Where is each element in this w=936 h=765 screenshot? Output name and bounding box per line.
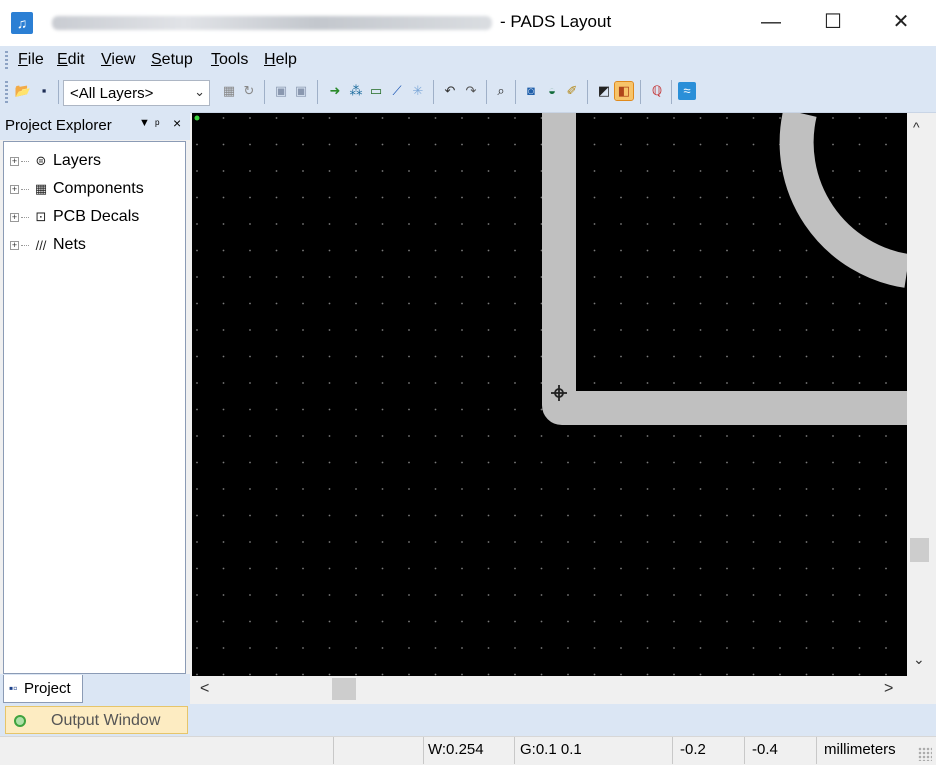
- pour-manager-icon[interactable]: ◒: [543, 82, 561, 100]
- part-wizard-icon[interactable]: ▣: [292, 82, 310, 100]
- tree-item-label: PCB Decals: [53, 208, 140, 225]
- toolbar-separator: [640, 80, 641, 104]
- window-title: - PADS Layout: [500, 12, 612, 31]
- add-trace-icon[interactable]: ⟋: [388, 82, 406, 100]
- tree-item-components[interactable]: + ▦ Components: [10, 178, 144, 200]
- zoom-icon[interactable]: ⌕: [492, 82, 510, 100]
- expand-icon[interactable]: +: [10, 240, 19, 250]
- decal-wizard-icon[interactable]: ▣: [272, 82, 290, 100]
- expand-icon[interactable]: +: [10, 156, 19, 166]
- toolbar-separator: [433, 80, 434, 104]
- status-separator: [514, 737, 515, 764]
- scroll-right-icon[interactable]: >: [884, 680, 893, 698]
- project-icon: ▪▫: [9, 681, 18, 695]
- toolbar-separator: [264, 80, 265, 104]
- status-grid: G:0.1 0.1: [520, 741, 582, 758]
- cam-output-icon[interactable]: ◩: [595, 82, 613, 100]
- toolbar-separator: [317, 80, 318, 104]
- verify-design-icon[interactable]: ✐: [563, 82, 581, 100]
- undo-icon[interactable]: ↶: [441, 82, 459, 100]
- layer-select-value: <All Layers>: [70, 85, 154, 102]
- menu-file[interactable]: File: [18, 51, 44, 69]
- tab-output-window[interactable]: Output Window: [5, 706, 188, 734]
- toolbar-separator: [515, 80, 516, 104]
- check-icon[interactable]: ℚ: [648, 82, 666, 100]
- toolbar-separator: [587, 80, 588, 104]
- menu-setup[interactable]: Setup: [151, 51, 193, 69]
- layers-icon: ⊜: [35, 153, 47, 168]
- toolbar-separator: [486, 80, 487, 104]
- route-icon[interactable]: ➜: [326, 82, 344, 100]
- menu-bar: [0, 46, 936, 74]
- scroll-up-icon[interactable]: ^: [913, 119, 920, 135]
- status-separator: [816, 737, 817, 764]
- tab-project-label: Project: [24, 680, 71, 697]
- horizontal-scroll-thumb[interactable]: [332, 678, 356, 700]
- close-button[interactable]: ✕: [870, 0, 932, 46]
- vertical-scroll-thumb[interactable]: [910, 538, 929, 562]
- status-dot-icon: [14, 715, 26, 727]
- menubar-grip-handle[interactable]: [5, 51, 8, 69]
- refresh-icon[interactable]: ↻: [240, 82, 258, 100]
- close-panel-icon[interactable]: ×: [173, 115, 181, 131]
- project-explorer-toggle-icon[interactable]: ◧: [614, 81, 634, 101]
- tab-project[interactable]: ▪▫ Project: [3, 675, 83, 703]
- vertical-scrollbar[interactable]: ^ ⌄: [907, 113, 932, 676]
- scroll-down-icon[interactable]: ⌄: [913, 651, 925, 668]
- save-disk-icon[interactable]: ▪: [35, 82, 53, 100]
- status-separator: [423, 737, 424, 764]
- toolbar-grip-handle[interactable]: [5, 81, 8, 103]
- properties-icon[interactable]: ▦: [220, 82, 238, 100]
- expand-icon[interactable]: +: [10, 212, 19, 222]
- maximize-button[interactable]: ☐: [802, 0, 864, 46]
- tree-item-nets[interactable]: + /// Nets: [10, 234, 86, 256]
- status-y-coordinate: -0.4: [752, 741, 778, 758]
- open-folder-icon[interactable]: 📂: [14, 82, 32, 100]
- tree-item-pcb-decals[interactable]: + ⊡ PCB Decals: [10, 206, 139, 228]
- tab-output-window-label: Output Window: [51, 712, 161, 729]
- status-separator: [333, 737, 334, 764]
- toolbar-separator: [58, 80, 59, 104]
- status-units: millimeters: [824, 741, 896, 758]
- chevron-down-icon: ⌄: [194, 84, 205, 99]
- toolbar-separator: [671, 80, 672, 104]
- router-link-icon[interactable]: ≈: [678, 82, 696, 100]
- layer-select-dropdown[interactable]: <All Layers> ⌄: [63, 80, 210, 106]
- status-trace-width: W:0.254: [428, 741, 484, 758]
- snap-grid-icon[interactable]: ✳: [409, 82, 427, 100]
- menu-help[interactable]: Help: [264, 51, 297, 69]
- pin-icon[interactable]: ᵖ: [155, 117, 160, 131]
- menu-view[interactable]: View: [101, 51, 135, 69]
- menu-tools[interactable]: Tools: [211, 51, 248, 69]
- menu-edit[interactable]: Edit: [57, 51, 85, 69]
- tree-item-label: Components: [53, 180, 144, 197]
- pads-app-icon[interactable]: ♫: [11, 12, 33, 34]
- expand-icon[interactable]: +: [10, 184, 19, 194]
- redo-icon[interactable]: ↷: [462, 82, 480, 100]
- project-explorer-title: Project Explorer: [5, 117, 112, 134]
- design-canvas[interactable]: [192, 113, 907, 676]
- horizontal-scrollbar[interactable]: < >: [192, 676, 907, 704]
- minimize-button[interactable]: —: [740, 0, 802, 46]
- view-nets-icon[interactable]: ◙: [522, 82, 540, 100]
- tree-item-label: Layers: [53, 152, 102, 169]
- pcb-canvas-graphics: [192, 113, 907, 676]
- origin-marker: [194, 115, 200, 121]
- status-separator: [744, 737, 745, 764]
- dropdown-arrow-icon[interactable]: ▼: [139, 117, 150, 129]
- status-separator: [672, 737, 673, 764]
- resize-grip-icon[interactable]: [918, 747, 932, 761]
- nets-icon: ///: [35, 237, 47, 253]
- tree-item-layers[interactable]: + ⊜ Layers: [10, 150, 101, 172]
- pcb-decal-icon: ⊡: [35, 209, 47, 224]
- drafting-icon[interactable]: ⁂: [347, 82, 365, 100]
- component-chip-icon: ▦: [34, 181, 48, 196]
- status-x-coordinate: -0.2: [680, 741, 706, 758]
- tree-item-label: Nets: [53, 236, 86, 253]
- document-path-redacted: [52, 16, 492, 30]
- design-toolbar-icon[interactable]: ▭: [367, 82, 385, 100]
- scroll-left-icon[interactable]: <: [200, 680, 209, 698]
